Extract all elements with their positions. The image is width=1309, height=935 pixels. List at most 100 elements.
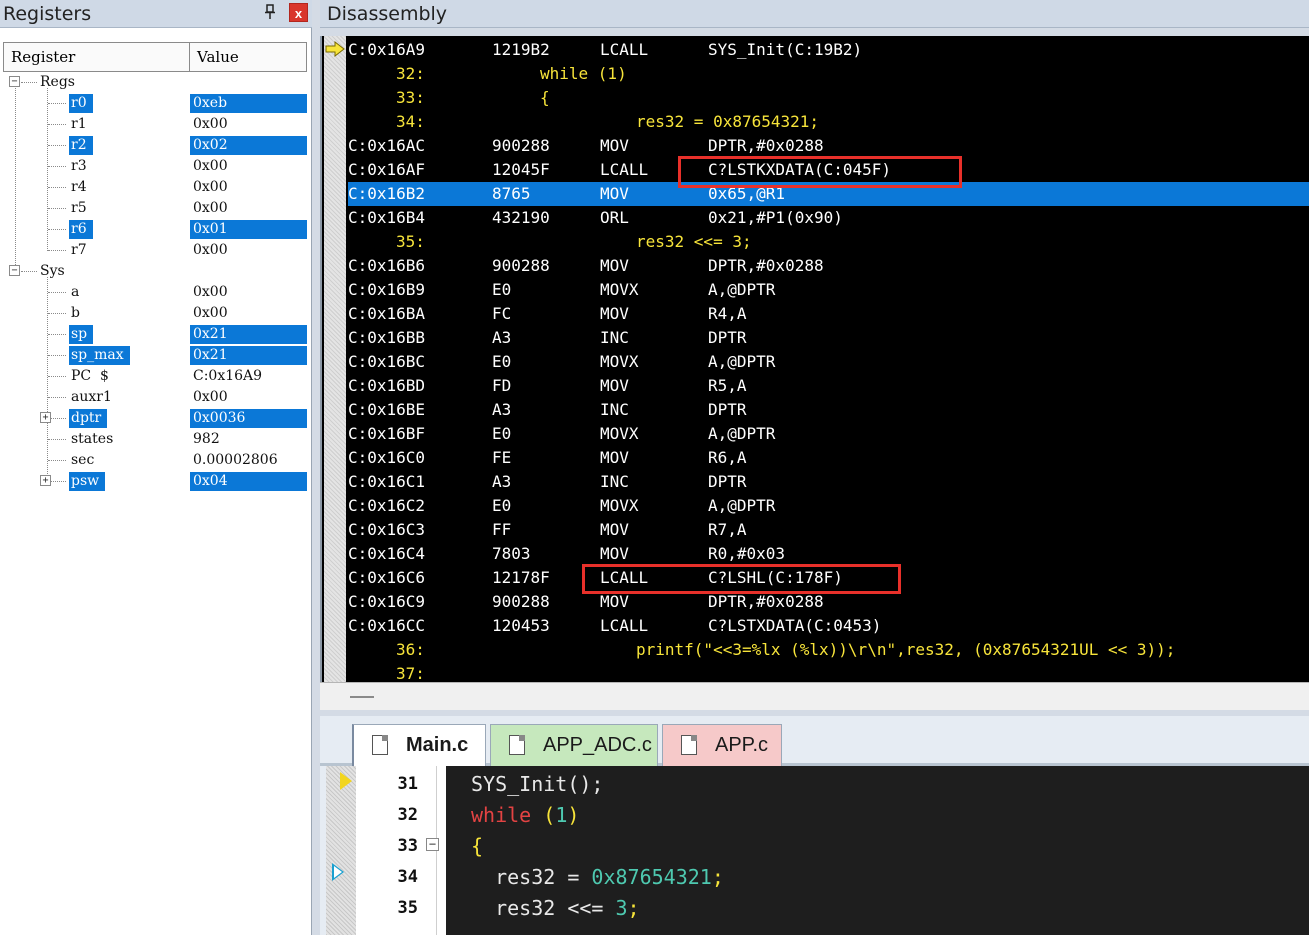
asm-line[interactable]: C:0x16B9 E0 MOVX A,@DPTR xyxy=(348,278,1309,302)
register-value[interactable]: 982 xyxy=(193,430,220,449)
asm-line[interactable]: C:0x16C2 E0 MOVX A,@DPTR xyxy=(348,494,1309,518)
register-value[interactable]: 0x21 xyxy=(193,325,228,344)
asm-opcode: A3 xyxy=(492,328,512,347)
line-number: 35 xyxy=(397,898,418,918)
register-row-r3[interactable]: r3 0x00 xyxy=(0,156,312,177)
register-row-r4[interactable]: r4 0x00 xyxy=(0,177,312,198)
register-value[interactable]: 0x04 xyxy=(193,472,228,491)
tree-group-sys[interactable]: − Sys xyxy=(0,261,312,282)
register-value[interactable]: 0x00 xyxy=(193,178,228,197)
register-value[interactable]: 0xeb xyxy=(193,94,227,113)
tree-group-regs[interactable]: − Regs xyxy=(0,72,312,93)
asm-line[interactable]: C:0x16BA FC MOV R4,A xyxy=(348,302,1309,326)
register-row-r2[interactable]: r2 0x02 xyxy=(0,135,312,156)
disassembly-scrollbar[interactable] xyxy=(320,682,1309,710)
register-value[interactable]: 0x21 xyxy=(193,346,228,365)
tree-line xyxy=(48,292,66,293)
expand-icon[interactable]: + xyxy=(40,412,51,423)
register-row-sp_max[interactable]: sp_max 0x21 xyxy=(0,345,312,366)
tab-label: APP_ADC.c xyxy=(543,734,652,756)
register-row-dptr[interactable]: + dptr 0x0036 xyxy=(0,408,312,429)
code-line[interactable]: 32 while (1) xyxy=(326,800,1309,831)
asm-line[interactable]: C:0x16BF E0 MOVX A,@DPTR xyxy=(348,422,1309,446)
asm-line[interactable]: C:0x16C0 FE MOV R6,A xyxy=(348,446,1309,470)
column-header-register[interactable]: Register xyxy=(11,43,75,71)
asm-line[interactable]: C:0x16C1 A3 INC DPTR xyxy=(348,470,1309,494)
pin-icon[interactable] xyxy=(262,4,278,22)
expand-icon[interactable]: + xyxy=(40,475,51,486)
asm-line[interactable]: C:0x16CC 120453 LCALL C?LSTXDATA(C:0453) xyxy=(348,614,1309,638)
register-row-r5[interactable]: r5 0x00 xyxy=(0,198,312,219)
code-line[interactable]: 35 res32 <<= 3; xyxy=(326,893,1309,924)
register-row-pc[interactable]: PC $ C:0x16A9 xyxy=(0,366,312,387)
asm-operands: R6,A xyxy=(708,448,747,467)
register-row-psw[interactable]: + psw 0x04 xyxy=(0,471,312,492)
asm-line[interactable]: C:0x16B4 432190 ORL 0x21,#P1(0x90) xyxy=(348,206,1309,230)
tab-main-c[interactable]: Main.c xyxy=(352,724,486,766)
asm-line[interactable]: C:0x16BE A3 INC DPTR xyxy=(348,398,1309,422)
code-line[interactable]: 34 res32 = 0x87654321; xyxy=(326,862,1309,893)
tree-line xyxy=(48,250,66,251)
fold-toggle-icon[interactable]: − xyxy=(426,838,439,851)
register-name: r5 xyxy=(71,200,87,216)
register-row-b[interactable]: b 0x00 xyxy=(0,303,312,324)
register-name: psw xyxy=(69,472,106,491)
asm-line[interactable]: C:0x16BC E0 MOVX A,@DPTR xyxy=(348,350,1309,374)
register-value[interactable]: 0x00 xyxy=(193,388,228,407)
scrollbar-thumb[interactable] xyxy=(350,696,374,698)
source-line[interactable]: 33: { xyxy=(348,86,1309,110)
asm-line[interactable]: C:0x16BB A3 INC DPTR xyxy=(348,326,1309,350)
register-value[interactable]: 0x00 xyxy=(193,304,228,323)
register-row-r0[interactable]: r0 0xeb xyxy=(0,93,312,114)
tab-app-adc-c[interactable]: APP_ADC.c xyxy=(490,724,658,766)
register-name: PC $ xyxy=(71,368,109,384)
register-row-r6[interactable]: r6 0x01 xyxy=(0,219,312,240)
tab-app-c[interactable]: APP.c xyxy=(662,724,782,766)
register-value[interactable]: 0.00002806 xyxy=(193,451,278,470)
register-value[interactable]: 0x0036 xyxy=(193,409,245,428)
column-divider[interactable] xyxy=(189,43,190,71)
register-value[interactable]: C:0x16A9 xyxy=(193,367,262,386)
source-line[interactable]: 32: while (1) xyxy=(348,62,1309,86)
asm-opcode: E0 xyxy=(492,352,512,371)
source-line[interactable]: 37: xyxy=(348,662,1309,682)
register-row-a[interactable]: a 0x00 xyxy=(0,282,312,303)
source-line[interactable]: 35: res32 <<= 3; xyxy=(348,230,1309,254)
asm-address: C:0x16C2 xyxy=(348,496,426,515)
disassembly-view[interactable]: C:0x16A9 1219B2 LCALL SYS_Init(C:19B2) 32: wh… xyxy=(320,36,1309,682)
register-value[interactable]: 0x00 xyxy=(193,115,228,134)
register-value[interactable]: 0x00 xyxy=(193,283,228,302)
code-area[interactable]: 31 SYS_Init(); 32 while (1) 33{34 res32 = 0x… xyxy=(326,766,1309,935)
asm-line[interactable]: C:0x16C3 FF MOV R7,A xyxy=(348,518,1309,542)
asm-line[interactable]: C:0x16C4 7803 MOV R0,#0x03 xyxy=(348,542,1309,566)
register-value[interactable]: 0x01 xyxy=(193,220,228,239)
register-row-r1[interactable]: r1 0x00 xyxy=(0,114,312,135)
disassembly-titlebar: Disassembly xyxy=(320,0,1309,28)
column-header-value[interactable]: Value xyxy=(197,43,239,71)
register-value[interactable]: 0x00 xyxy=(193,157,228,176)
asm-line[interactable]: C:0x16AC 900288 MOV DPTR,#0x0288 xyxy=(348,134,1309,158)
source-line[interactable]: 36: printf("<<3=%lx (%lx))\r\n",res32, (0… xyxy=(348,638,1309,662)
register-row-sp[interactable]: sp 0x21 xyxy=(0,324,312,345)
tree-group-label: Sys xyxy=(40,263,65,279)
asm-line[interactable]: C:0x16B6 900288 MOV DPTR,#0x0288 xyxy=(348,254,1309,278)
register-value[interactable]: 0x00 xyxy=(193,199,228,218)
tree-line xyxy=(48,208,66,209)
source-line[interactable]: 34: res32 = 0x87654321; xyxy=(348,110,1309,134)
register-value[interactable]: 0x00 xyxy=(193,241,228,260)
asm-line[interactable]: C:0x16BD FD MOV R5,A xyxy=(348,374,1309,398)
disassembly-gutter[interactable] xyxy=(324,36,346,682)
code-line[interactable]: 31 SYS_Init(); xyxy=(326,769,1309,800)
asm-line[interactable]: C:0x16A9 1219B2 LCALL SYS_Init(C:19B2) xyxy=(348,38,1309,62)
collapse-icon[interactable]: − xyxy=(9,76,20,87)
register-row-auxr1[interactable]: auxr1 0x00 xyxy=(0,387,312,408)
register-row-sec[interactable]: sec 0.00002806 xyxy=(0,450,312,471)
close-icon[interactable]: x xyxy=(289,3,308,22)
code-line[interactable]: 33 { xyxy=(326,831,1309,862)
register-row-r7[interactable]: r7 0x00 xyxy=(0,240,312,261)
register-value[interactable]: 0x02 xyxy=(193,136,228,155)
register-name: sec xyxy=(71,452,95,468)
register-row-states[interactable]: states 982 xyxy=(0,429,312,450)
registers-tree: − Regs r0 0xeb r1 0x00 r2 0x02 r3 0x00 r4 0x00 r5 0x0… xyxy=(0,72,312,492)
collapse-icon[interactable]: − xyxy=(9,265,20,276)
